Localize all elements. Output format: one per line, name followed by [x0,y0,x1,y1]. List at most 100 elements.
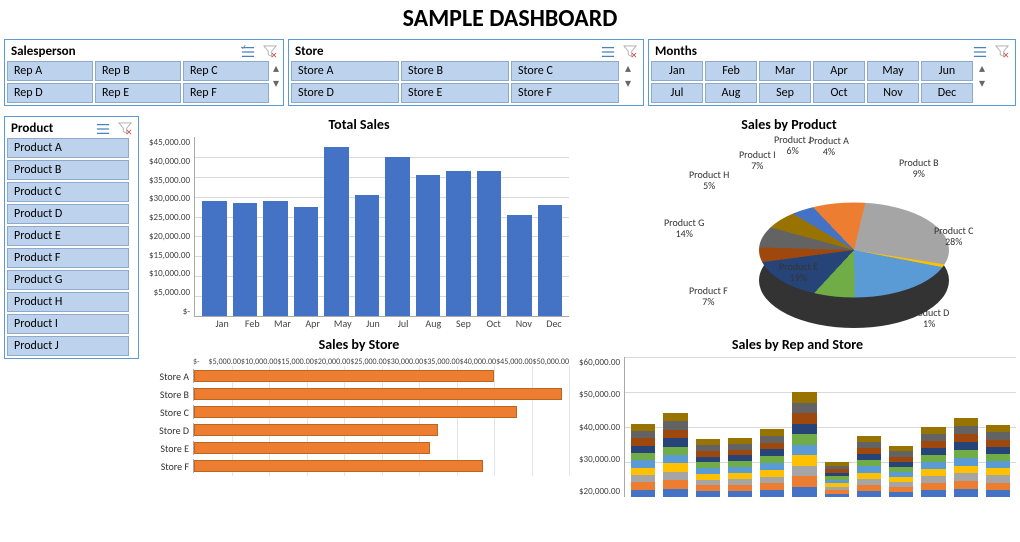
axis-tick: May [328,317,358,330]
bar-segment [631,490,655,497]
bar[interactable] [233,203,258,316]
slicer-item[interactable]: Feb [705,61,757,81]
chart-sales-by-product[interactable]: Sales by Product Product A4%Product B9%P… [579,116,999,330]
stacked-bar[interactable] [696,439,720,497]
bar[interactable] [194,460,483,472]
bar[interactable] [416,175,441,316]
slicer-product[interactable]: Product Product AProduct BProduct CProdu… [4,116,139,359]
scroll-up-icon[interactable]: ▴ [979,61,985,76]
stacked-bar[interactable] [792,392,816,497]
slicer-item[interactable]: Apr [813,61,865,81]
slicer-item[interactable]: Sep [759,83,811,103]
slicer-item[interactable]: Store C [511,61,619,81]
axis-tick: $30,000.00 [387,357,423,367]
stacked-bar[interactable] [954,418,978,497]
bar[interactable] [202,201,227,316]
stacked-bar[interactable] [760,429,784,497]
axis-tick: Store A [149,370,193,383]
bar[interactable] [263,201,288,316]
scroll-down-icon[interactable]: ▾ [979,76,985,91]
slicer-store[interactable]: Store Store AStore BStore CStore DStore … [288,39,644,106]
slicer-item[interactable]: Store E [401,83,509,103]
stacked-bar[interactable] [728,438,752,498]
slicer-item[interactable]: Jun [921,61,973,81]
bar-segment [921,476,945,483]
slicer-item[interactable]: May [867,61,919,81]
bar[interactable] [194,370,494,382]
clear-filter-icon[interactable] [118,122,132,136]
multiselect-icon[interactable] [973,45,987,59]
bar[interactable] [324,147,349,316]
slicer-item[interactable]: Jul [651,83,703,103]
bar-segment [921,469,945,476]
bar[interactable] [446,171,471,316]
slicer-item[interactable]: Rep C [183,61,269,81]
slicer-salesperson[interactable]: Salesperson Rep ARep BRep CRep DRep ERep… [4,39,284,106]
bar[interactable] [355,195,380,316]
bar[interactable] [194,388,562,400]
slicer-item[interactable]: Rep A [7,61,93,81]
slicer-item[interactable]: Mar [759,61,811,81]
clear-filter-icon[interactable] [995,45,1009,59]
slicer-item[interactable]: Jan [651,61,703,81]
bar-segment [825,494,849,498]
bar[interactable] [194,424,438,436]
bar-segment [921,448,945,455]
slicer-item[interactable]: Product F [7,248,129,268]
bar-segment [663,463,687,471]
slicer-item[interactable]: Rep B [95,61,181,81]
slicer-item[interactable]: Product E [7,226,129,246]
slicer-months[interactable]: Months JanFebMarAprMayJunJulAugSepOctNov… [648,39,1016,106]
scroll-up-icon[interactable]: ▴ [273,61,279,76]
bar-segment [954,466,978,474]
scroll-down-icon[interactable]: ▾ [625,76,631,91]
bar-segment [986,475,1010,482]
stacked-bar[interactable] [986,425,1010,497]
axis-tick: $40,000.00 [149,156,190,167]
slicer-item[interactable]: Product A [7,138,129,158]
multiselect-icon[interactable] [96,122,110,136]
slicer-item[interactable]: Rep D [7,83,93,103]
multiselect-icon[interactable] [601,45,615,59]
scroll-down-icon[interactable]: ▾ [273,76,279,91]
stacked-bar[interactable] [921,427,945,497]
slicer-item[interactable]: Product D [7,204,129,224]
stacked-bar[interactable] [857,436,881,497]
slicer-item[interactable]: Store A [291,61,399,81]
bar[interactable] [477,171,502,316]
slicer-item[interactable]: Product G [7,270,129,290]
bar[interactable] [294,207,319,316]
stacked-bar[interactable] [825,462,849,497]
clear-filter-icon[interactable] [623,45,637,59]
stacked-bar[interactable] [663,413,687,497]
chart-total-sales[interactable]: Total Sales $45,000.00$40,000.00$35,000.… [149,116,569,330]
bar[interactable] [194,442,430,454]
slicer-item[interactable]: Rep F [183,83,269,103]
multiselect-icon[interactable] [241,45,255,59]
bar[interactable] [507,215,532,316]
slicer-item[interactable]: Dec [921,83,973,103]
axis-tick: Store D [149,424,193,437]
chart-sales-by-store[interactable]: Sales by Store $-$5,000.00$10,000.00$15,… [149,336,569,497]
slicer-item[interactable]: Product I [7,314,129,334]
stacked-bar[interactable] [631,424,655,498]
slicer-item[interactable]: Rep E [95,83,181,103]
slicer-item[interactable]: Aug [705,83,757,103]
slicer-item[interactable]: Store F [511,83,619,103]
slicer-item[interactable]: Store D [291,83,399,103]
bar[interactable] [538,205,563,316]
slicer-item[interactable]: Oct [813,83,865,103]
slicer-item[interactable]: Store B [401,61,509,81]
bar[interactable] [385,157,410,316]
clear-filter-icon[interactable] [263,45,277,59]
bar[interactable] [194,406,517,418]
slicer-item[interactable]: Product J [7,336,129,356]
pie-label: Product A4% [809,135,849,157]
chart-sales-by-rep-store[interactable]: Sales by Rep and Store $60,000.00$50,000… [579,336,1016,497]
slicer-item[interactable]: Nov [867,83,919,103]
scroll-up-icon[interactable]: ▴ [625,61,631,76]
slicer-item[interactable]: Product H [7,292,129,312]
slicer-item[interactable]: Product B [7,160,129,180]
stacked-bar[interactable] [889,446,913,497]
slicer-item[interactable]: Product C [7,182,129,202]
